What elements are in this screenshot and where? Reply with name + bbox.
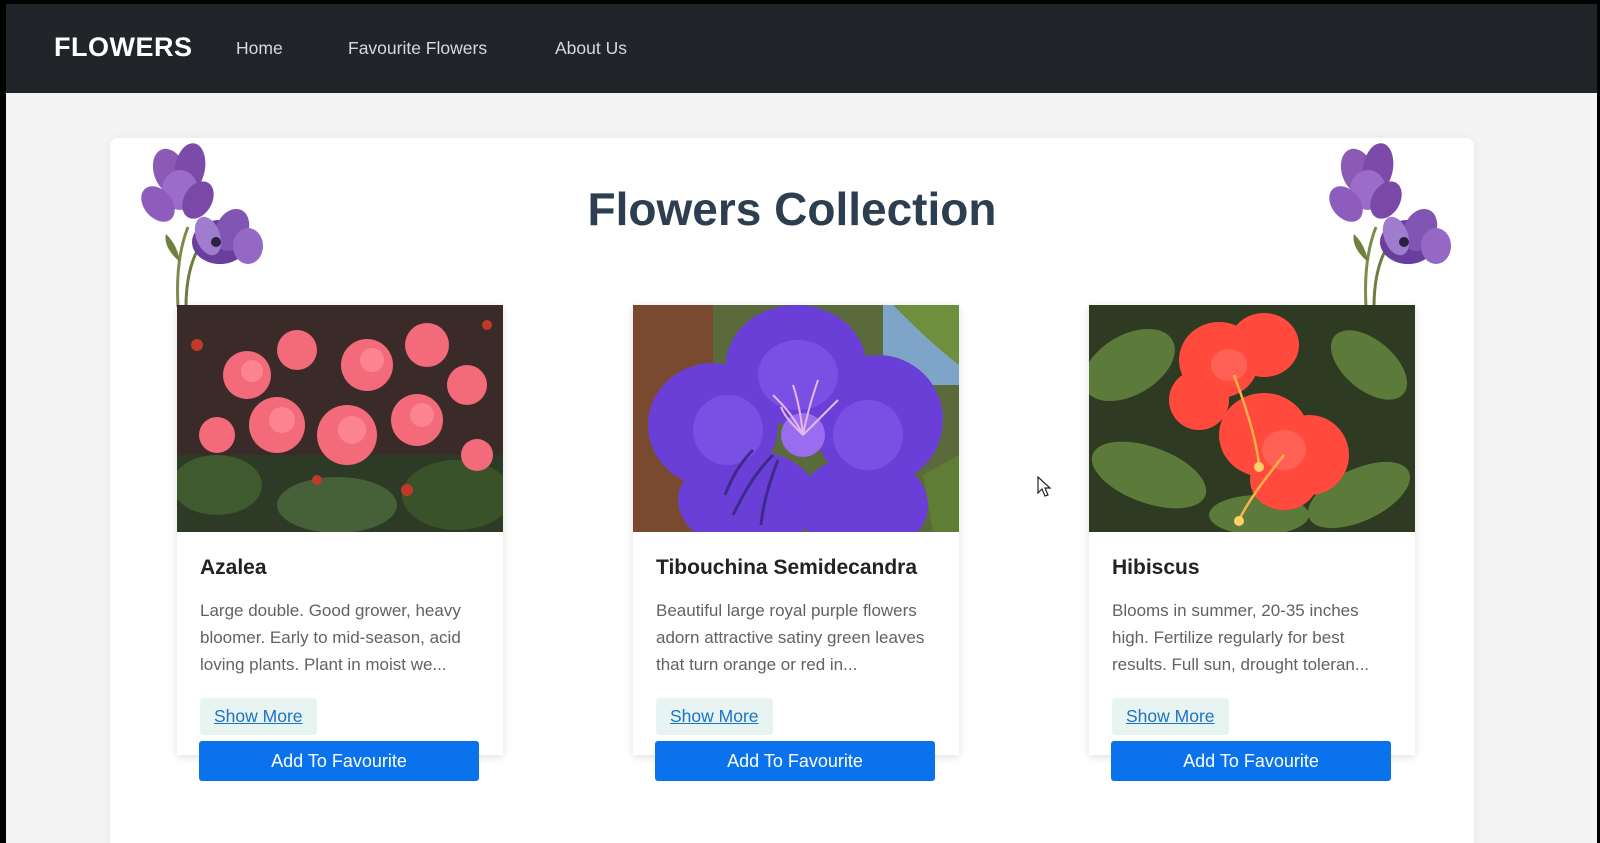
brand-logo[interactable]: FLOWERS [54,32,193,63]
nav-link-home[interactable]: Home [236,38,283,59]
card-title: Tibouchina Semidecandra [656,556,918,579]
flower-card: Hibiscus Blooms in summer, 20-35 inches … [1089,305,1415,781]
tibouchina-image [633,305,959,532]
card-description: Beautiful large royal purple flowers ado… [656,601,925,674]
page-title: Flowers Collection [587,183,997,235]
card-description: Blooms in summer, 20-35 inches high. Fer… [1112,601,1370,674]
browser-viewport: FLOWERS Home Favourite Flowers About Us [6,4,1597,843]
collection-container: Flowers Collection Azalea Large double. … [110,138,1474,843]
add-to-favourite-button[interactable]: Add To Favourite [655,741,935,781]
nav-link-favourite-flowers[interactable]: Favourite Flowers [348,38,487,59]
add-to-favourite-button[interactable]: Add To Favourite [199,741,479,781]
flower-card: Azalea Large double. Good grower, heavy … [177,305,503,781]
show-more-link[interactable]: Show More [656,698,773,735]
card-title: Azalea [200,556,267,579]
nav-link-about-us[interactable]: About Us [555,38,627,59]
card-title: Hibiscus [1112,556,1200,579]
navbar: FLOWERS Home Favourite Flowers About Us [6,4,1597,93]
mouse-pointer-icon [1037,476,1052,497]
azalea-image [177,305,503,532]
card-description: Large double. Good grower, heavy bloomer… [200,601,461,674]
add-to-favourite-button[interactable]: Add To Favourite [1111,741,1391,781]
flower-card: Tibouchina Semidecandra Beautiful large … [633,305,959,781]
show-more-link[interactable]: Show More [1112,698,1229,735]
hibiscus-image [1089,305,1415,532]
show-more-link[interactable]: Show More [200,698,317,735]
